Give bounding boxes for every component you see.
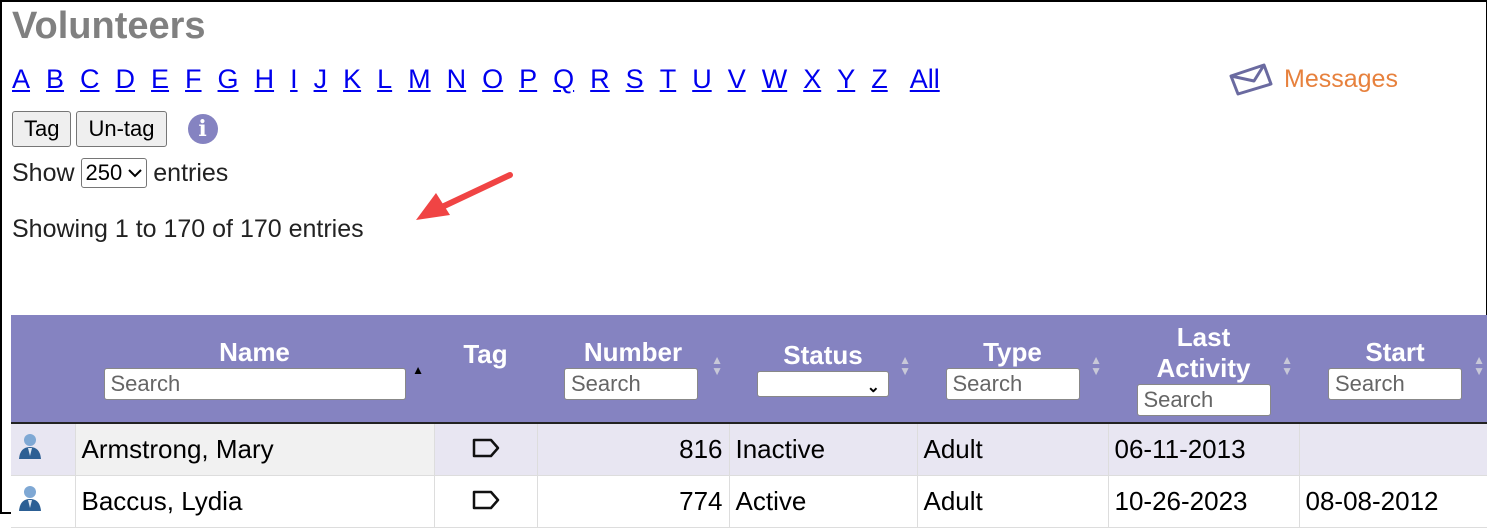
name-search-input[interactable]	[103, 368, 406, 400]
cell-number: 816	[537, 423, 730, 476]
sort-both-icon[interactable]: ▲ ▼	[711, 354, 723, 377]
sort-both-icon[interactable]: ▲ ▼	[1281, 354, 1293, 377]
cell-status: Inactive	[729, 423, 918, 476]
entries-per-page-select[interactable]: 250	[80, 158, 148, 188]
cell-last-activity: 06-11-2013	[1108, 423, 1300, 476]
letter-link-s[interactable]: S	[626, 64, 644, 94]
letter-link-w[interactable]: W	[762, 64, 787, 94]
chevron-down-icon	[128, 168, 142, 177]
sort-both-icon[interactable]: ▲ ▼	[1473, 354, 1485, 377]
letter-link-q[interactable]: Q	[553, 64, 574, 94]
letter-link-a[interactable]: A	[12, 64, 30, 94]
show-label: Show	[12, 158, 75, 187]
letter-link-e[interactable]: E	[151, 64, 169, 94]
messages-link[interactable]: Messages	[1228, 62, 1398, 96]
alphabet-filter: A B C D E F G H I J K L M N O P Q R S T U V W X Y Z All	[12, 64, 956, 95]
letter-link-z[interactable]: Z	[871, 64, 888, 94]
start-search-input[interactable]	[1328, 368, 1462, 400]
letter-link-d[interactable]: D	[116, 64, 136, 94]
letter-link-v[interactable]: V	[728, 64, 746, 94]
column-name[interactable]: Name ▲	[75, 315, 434, 424]
letter-link-c[interactable]: C	[80, 64, 100, 94]
letter-link-u[interactable]: U	[692, 64, 712, 94]
person-icon[interactable]	[11, 423, 76, 476]
column-start-label: Start	[1365, 337, 1425, 367]
letter-link-g[interactable]: G	[218, 64, 239, 94]
cell-last-activity: 10-26-2023	[1108, 475, 1300, 528]
letter-link-m[interactable]: M	[408, 64, 431, 94]
table-row[interactable]: Baccus, Lydia 774 Active Adult 10-26-2023 08-…	[11, 475, 1487, 528]
letter-link-r[interactable]: R	[590, 64, 610, 94]
last-activity-search-input[interactable]	[1136, 383, 1271, 416]
letter-link-p[interactable]: P	[519, 64, 537, 94]
table-row[interactable]: Armstrong, Mary 816 Inactive Adult 06-11-201…	[11, 423, 1487, 476]
letter-link-t[interactable]: T	[660, 64, 677, 94]
column-last-activity-label: Last Activity	[1156, 321, 1251, 383]
letter-link-b[interactable]: B	[46, 64, 64, 94]
entries-per-page-value: 250	[85, 160, 123, 185]
column-type[interactable]: Type ▲▼	[917, 315, 1108, 424]
untag-button[interactable]: Un-tag	[76, 111, 167, 147]
number-search-input[interactable]	[564, 368, 698, 400]
cell-type: Adult	[917, 423, 1109, 476]
tag-icon[interactable]	[434, 423, 538, 476]
sort-asc-icon[interactable]: ▲	[412, 355, 424, 386]
tag-icon[interactable]	[434, 475, 538, 528]
column-tag: Tag	[434, 315, 537, 424]
column-number[interactable]: Number ▲▼	[537, 315, 729, 424]
entries-label: entries	[153, 158, 229, 187]
cell-type: Adult	[917, 475, 1109, 528]
column-name-label: Name	[219, 337, 290, 367]
letter-link-k[interactable]: K	[343, 64, 361, 94]
sort-both-icon[interactable]: ▲ ▼	[899, 354, 911, 377]
letter-link-n[interactable]: N	[447, 64, 467, 94]
page-title: Volunteers	[12, 5, 206, 47]
annotation-arrow	[416, 172, 513, 220]
messages-label: Messages	[1284, 64, 1398, 93]
letter-link-l[interactable]: L	[377, 64, 392, 94]
letter-link-y[interactable]: Y	[837, 64, 855, 94]
cell-number: 774	[537, 475, 730, 528]
letter-link-f[interactable]: F	[185, 64, 202, 94]
column-status-label: Status	[783, 340, 863, 370]
tag-button[interactable]: Tag	[12, 111, 72, 147]
entries-length: Show 250 entries	[12, 158, 228, 188]
letter-link-j[interactable]: J	[314, 64, 328, 94]
person-icon[interactable]	[11, 475, 76, 528]
info-icon[interactable]: i	[187, 114, 218, 144]
cell-status: Active	[729, 475, 918, 528]
cell-start	[1299, 423, 1487, 476]
column-status[interactable]: Status ⌄ ▲ ▼	[729, 315, 917, 424]
envelope-icon	[1229, 63, 1273, 96]
sort-both-icon[interactable]: ▲ ▼	[1090, 354, 1102, 377]
column-start[interactable]: Start ▲▼	[1299, 315, 1487, 424]
cell-start: 08-08-2012	[1299, 475, 1487, 528]
table-info: Showing 1 to 170 of 170 entries	[12, 215, 364, 243]
type-search-input[interactable]	[945, 368, 1080, 400]
column-last-activity[interactable]: Last Activity ▲▼	[1108, 315, 1299, 424]
volunteers-table: Name ▲ Tag Number ▲▼ Status ⌄ ▲▼ Type ▲▼	[11, 315, 1487, 528]
letter-link-x[interactable]: X	[803, 64, 821, 94]
column-number-label: Number	[583, 337, 683, 367]
status-filter-select[interactable]: ⌄	[757, 371, 889, 397]
cell-name[interactable]: Armstrong, Mary	[75, 423, 435, 476]
cell-name[interactable]: Baccus, Lydia	[75, 475, 435, 528]
column-tag-label: Tag	[463, 339, 508, 369]
letter-link-all[interactable]: All	[910, 64, 940, 94]
column-icon	[11, 315, 75, 424]
letter-link-i[interactable]: I	[290, 64, 298, 94]
letter-link-h[interactable]: H	[255, 64, 275, 94]
letter-link-o[interactable]: O	[482, 64, 503, 94]
column-type-label: Type	[983, 337, 1042, 367]
